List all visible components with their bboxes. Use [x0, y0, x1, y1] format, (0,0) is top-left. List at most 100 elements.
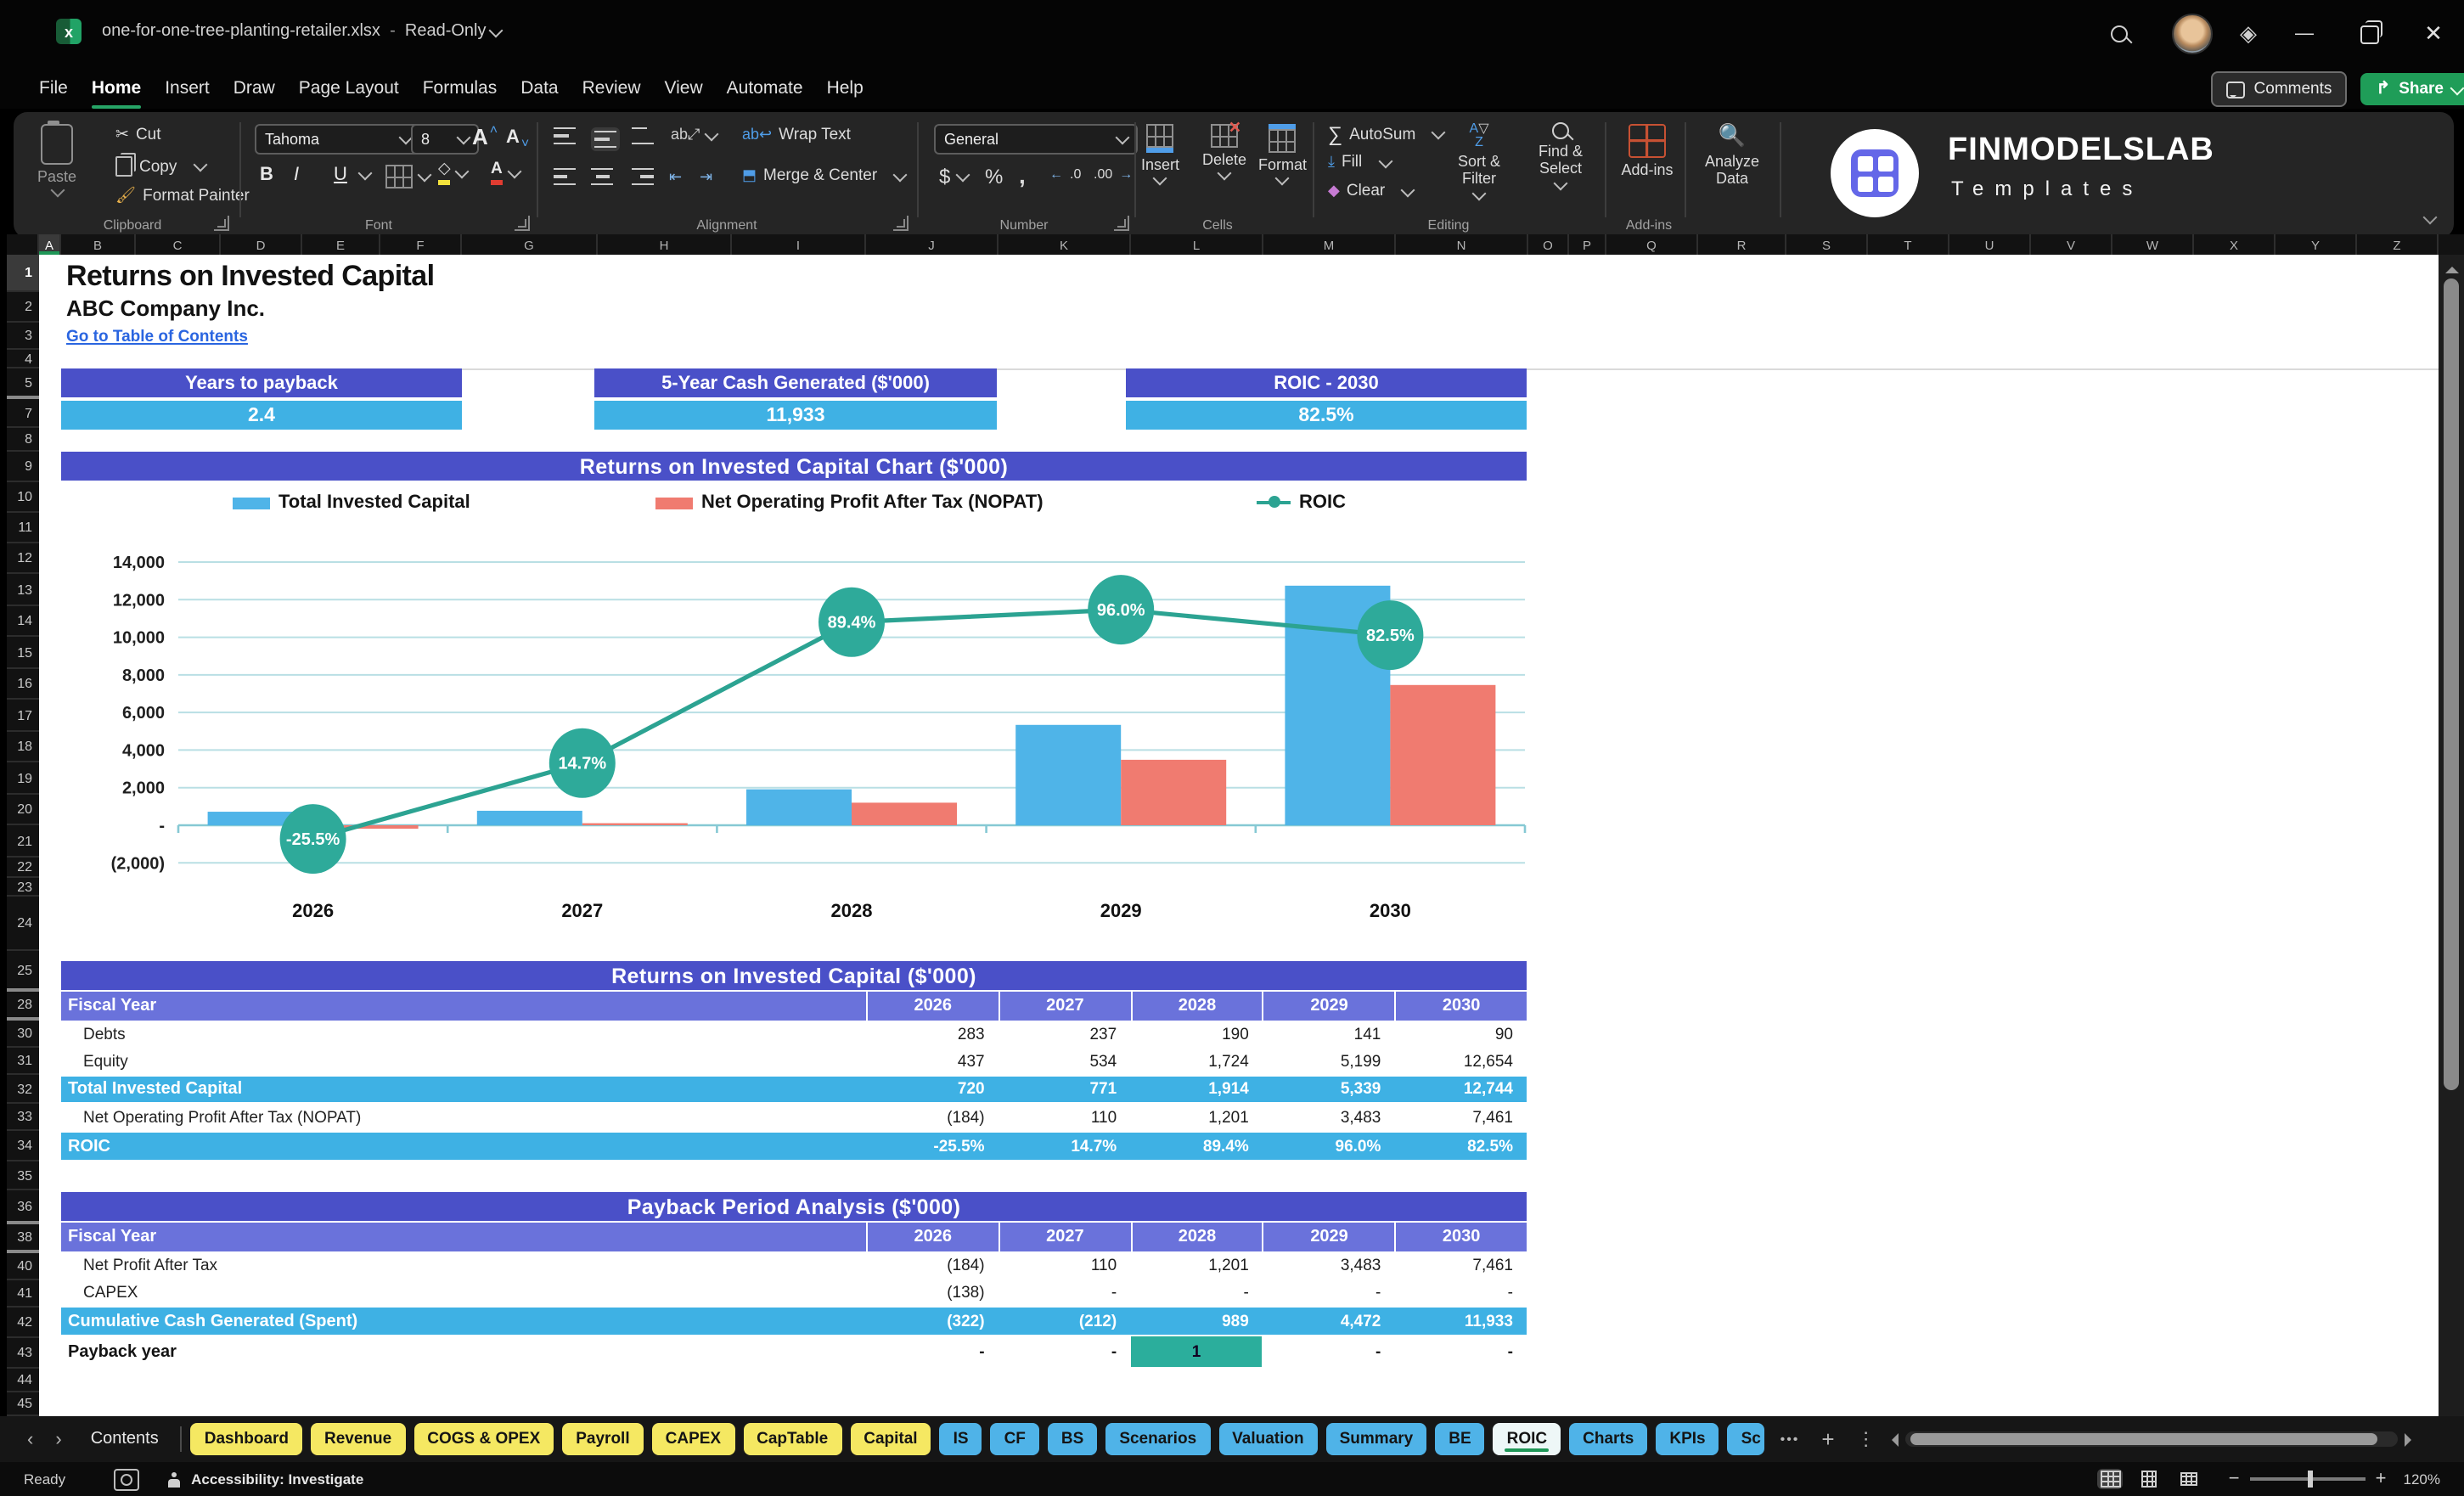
- alignment-dialog-launcher[interactable]: [893, 216, 909, 231]
- column-header-O[interactable]: O: [1528, 234, 1569, 255]
- year-header[interactable]: 2029: [1262, 1223, 1395, 1251]
- page-break-view-button[interactable]: [2176, 1469, 2202, 1489]
- sheet-tab-valuation[interactable]: Valuation: [1218, 1423, 1318, 1455]
- row-header-16[interactable]: 16: [7, 669, 39, 700]
- row-label[interactable]: Cumulative Cash Generated (Spent): [61, 1308, 866, 1335]
- cell[interactable]: -: [866, 1336, 999, 1367]
- horizontal-scrollbar[interactable]: [1905, 1431, 2398, 1447]
- column-header-U[interactable]: U: [1949, 234, 2031, 255]
- cell[interactable]: -25.5%: [866, 1133, 999, 1160]
- menu-tab-review[interactable]: Review: [571, 71, 653, 105]
- zoom-out-button[interactable]: −: [2229, 1469, 2240, 1489]
- sheet-tab-cf[interactable]: CF: [990, 1423, 1039, 1455]
- menu-tab-data[interactable]: Data: [509, 71, 570, 105]
- row-header-5[interactable]: 5: [7, 368, 39, 399]
- cut-button[interactable]: ✂ Cut: [115, 126, 161, 144]
- sheet-tab-sc[interactable]: Sc: [1727, 1423, 1765, 1455]
- row-header-8[interactable]: 8: [7, 428, 39, 452]
- more-sheets-button[interactable]: •••: [1774, 1431, 1807, 1447]
- row-label[interactable]: Net Profit After Tax: [61, 1251, 866, 1279]
- row-header-45[interactable]: 45: [7, 1392, 39, 1416]
- decrease-indent-button[interactable]: ⇤: [669, 168, 682, 187]
- column-headers[interactable]: ABCDEFGHIJKLMNOPQRSTUVWXYZ: [7, 234, 2464, 255]
- row-header-40[interactable]: 40: [7, 1253, 39, 1280]
- cell[interactable]: 90: [1394, 1021, 1527, 1048]
- row-header-33[interactable]: 33: [7, 1104, 39, 1131]
- cell[interactable]: 3,483: [1263, 1251, 1395, 1279]
- worksheet[interactable]: Returns on Invested Capital ABC Company …: [39, 255, 2439, 1416]
- row-header-25[interactable]: 25: [7, 951, 39, 992]
- cell[interactable]: -: [999, 1279, 1131, 1306]
- sheet-tab-capital[interactable]: Capital: [850, 1423, 931, 1455]
- row-label[interactable]: CAPEX: [61, 1279, 866, 1306]
- sheet-tab-contents[interactable]: Contents: [77, 1423, 172, 1455]
- sheet-tab-payroll[interactable]: Payroll: [562, 1423, 644, 1455]
- insert-cells-button[interactable]: Insert: [1141, 124, 1179, 187]
- row-header-2[interactable]: 2: [7, 292, 39, 323]
- cell[interactable]: 11,933: [1394, 1308, 1527, 1335]
- cell[interactable]: -: [1130, 1279, 1263, 1306]
- sheet-tab-summary[interactable]: Summary: [1325, 1423, 1427, 1455]
- column-header-X[interactable]: X: [2194, 234, 2276, 255]
- sort-filter-button[interactable]: A▽ Z Sort & Filter: [1443, 121, 1515, 200]
- fiscal-year-label[interactable]: Fiscal Year: [61, 992, 866, 1021]
- column-header-H[interactable]: H: [598, 234, 732, 255]
- accounting-format-button[interactable]: $: [939, 165, 970, 188]
- row-header-22[interactable]: 22: [7, 858, 39, 878]
- column-header-D[interactable]: D: [221, 234, 302, 255]
- format-painter-button[interactable]: 🖌 Format Painter: [115, 187, 250, 205]
- format-cells-button[interactable]: Format: [1258, 124, 1307, 187]
- sheet-tab-captable[interactable]: CapTable: [743, 1423, 842, 1455]
- font-size-combo[interactable]: 8: [411, 124, 479, 155]
- vertical-scroll-thumb[interactable]: [2444, 278, 2459, 1090]
- column-header-K[interactable]: K: [999, 234, 1131, 255]
- row-header-17[interactable]: 17: [7, 700, 39, 732]
- column-header-W[interactable]: W: [2112, 234, 2194, 255]
- cell[interactable]: -: [1394, 1279, 1527, 1306]
- sheet-tab-scenarios[interactable]: Scenarios: [1105, 1423, 1211, 1455]
- menu-tab-home[interactable]: Home: [80, 71, 153, 109]
- kpi-value-2[interactable]: 82.5%: [1126, 401, 1527, 430]
- fill-button[interactable]: ⤓ Fill: [1328, 153, 1393, 172]
- new-sheet-button[interactable]: +: [1814, 1426, 1841, 1452]
- grow-font-button[interactable]: A ˄: [472, 122, 498, 148]
- row-header-4[interactable]: 4: [7, 350, 39, 368]
- select-all-cell[interactable]: [7, 234, 39, 255]
- autosum-button[interactable]: ∑ AutoSum: [1328, 124, 1447, 144]
- zoom-slider-thumb[interactable]: [2307, 1471, 2313, 1488]
- sheet-tab-is[interactable]: IS: [939, 1423, 982, 1455]
- sheet-tab-cogs-opex[interactable]: COGS & OPEX: [413, 1423, 554, 1455]
- horizontal-scroll-thumb[interactable]: [1910, 1433, 2377, 1445]
- orientation-button[interactable]: ab⤢: [671, 126, 719, 144]
- menu-tab-draw[interactable]: Draw: [222, 71, 287, 105]
- number-dialog-launcher[interactable]: [1114, 216, 1129, 231]
- column-header-Y[interactable]: Y: [2276, 234, 2357, 255]
- column-header-G[interactable]: G: [462, 234, 598, 255]
- column-header-F[interactable]: F: [380, 234, 462, 255]
- cell[interactable]: 12,744: [1394, 1077, 1527, 1102]
- cell[interactable]: 7,461: [1394, 1104, 1527, 1131]
- column-header-M[interactable]: M: [1263, 234, 1396, 255]
- row-header-28[interactable]: 28: [7, 992, 39, 1021]
- sheet-tab-bs[interactable]: BS: [1047, 1423, 1098, 1455]
- sheet-tab-dashboard[interactable]: Dashboard: [190, 1423, 302, 1455]
- row-label[interactable]: Equity: [61, 1048, 866, 1075]
- row-header-18[interactable]: 18: [7, 732, 39, 762]
- cell[interactable]: 1,914: [1130, 1077, 1263, 1102]
- share-button[interactable]: ↱ Share: [2360, 73, 2464, 105]
- shrink-font-button[interactable]: A ˅: [506, 126, 529, 151]
- cell[interactable]: 1: [1130, 1336, 1263, 1367]
- sheet-tab-be[interactable]: BE: [1435, 1423, 1485, 1455]
- macro-record-icon[interactable]: [113, 1468, 139, 1490]
- sheet-tab-capex[interactable]: CAPEX: [651, 1423, 735, 1455]
- cell[interactable]: (322): [866, 1308, 999, 1335]
- cell[interactable]: 437: [866, 1048, 999, 1075]
- cell[interactable]: 1,201: [1130, 1104, 1263, 1131]
- bottom-align-button[interactable]: [632, 127, 654, 144]
- clear-button[interactable]: ◆ Clear: [1328, 182, 1416, 200]
- year-header[interactable]: 2027: [998, 1223, 1131, 1251]
- addins-button[interactable]: Add-ins: [1617, 124, 1678, 179]
- row-header-11[interactable]: 11: [7, 513, 39, 543]
- align-left-button[interactable]: [554, 168, 576, 185]
- column-header-E[interactable]: E: [302, 234, 380, 255]
